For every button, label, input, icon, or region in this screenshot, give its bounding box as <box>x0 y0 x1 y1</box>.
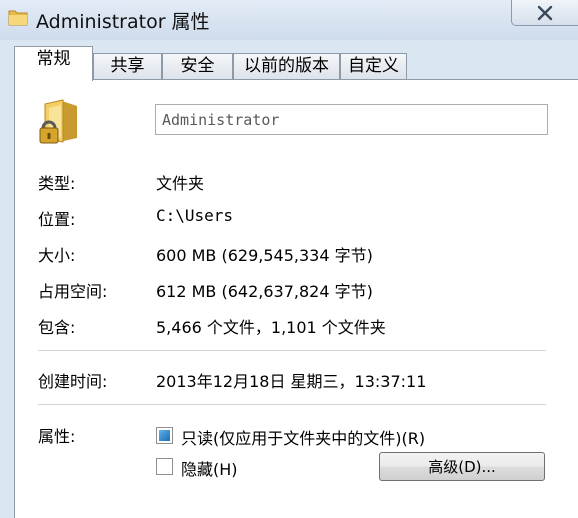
type-value: 文件夹 <box>156 174 205 193</box>
separator <box>38 350 546 351</box>
tab-share[interactable]: 共享 <box>93 53 162 79</box>
tab-label: 以前的版本 <box>244 56 329 76</box>
close-icon <box>537 5 553 21</box>
advanced-button[interactable]: 高级(D)... <box>379 452 545 481</box>
locked-folder-icon <box>39 99 77 144</box>
created-label: 创建时间: <box>38 372 108 391</box>
hidden-checkbox[interactable] <box>156 458 173 475</box>
contains-label: 包含: <box>38 318 76 337</box>
tab-security[interactable]: 安全 <box>162 53 233 79</box>
created-value: 2013年12月18日 星期三，13:37:11 <box>156 372 427 391</box>
tab-label: 共享 <box>110 56 145 76</box>
folder-icon <box>8 10 28 26</box>
tab-label: 自定义 <box>348 56 399 76</box>
tab-customize[interactable]: 自定义 <box>340 53 407 79</box>
size-label: 大小: <box>38 246 76 265</box>
type-label: 类型: <box>38 174 76 193</box>
attributes-label: 属性: <box>38 427 76 446</box>
size-on-disk-value: 612 MB (642,637,824 字节) <box>156 282 373 301</box>
window-title: Administrator 属性 <box>36 11 210 33</box>
title-bar: Administrator 属性 <box>0 0 578 40</box>
tab-label: 常规 <box>36 49 71 69</box>
tab-strip: 共享 安全 以前的版本 自定义 常规 <box>0 46 578 81</box>
size-value: 600 MB (629,545,334 字节) <box>156 246 373 265</box>
readonly-checkbox[interactable] <box>156 427 173 444</box>
tab-previous-versions[interactable]: 以前的版本 <box>233 53 340 79</box>
tab-general[interactable]: 常规 <box>14 46 93 81</box>
folder-name-input[interactable] <box>155 104 548 135</box>
readonly-label[interactable]: 只读(仅应用于文件夹中的文件)(R) <box>181 425 425 449</box>
location-value: C:\Users <box>156 206 234 225</box>
close-button[interactable] <box>511 0 578 26</box>
tab-label: 安全 <box>180 56 215 76</box>
location-label: 位置: <box>38 210 76 229</box>
size-on-disk-label: 占用空间: <box>38 282 108 301</box>
hidden-label[interactable]: 隐藏(H) <box>181 456 238 480</box>
separator <box>38 404 546 405</box>
contains-value: 5,466 个文件，1,101 个文件夹 <box>156 318 386 337</box>
